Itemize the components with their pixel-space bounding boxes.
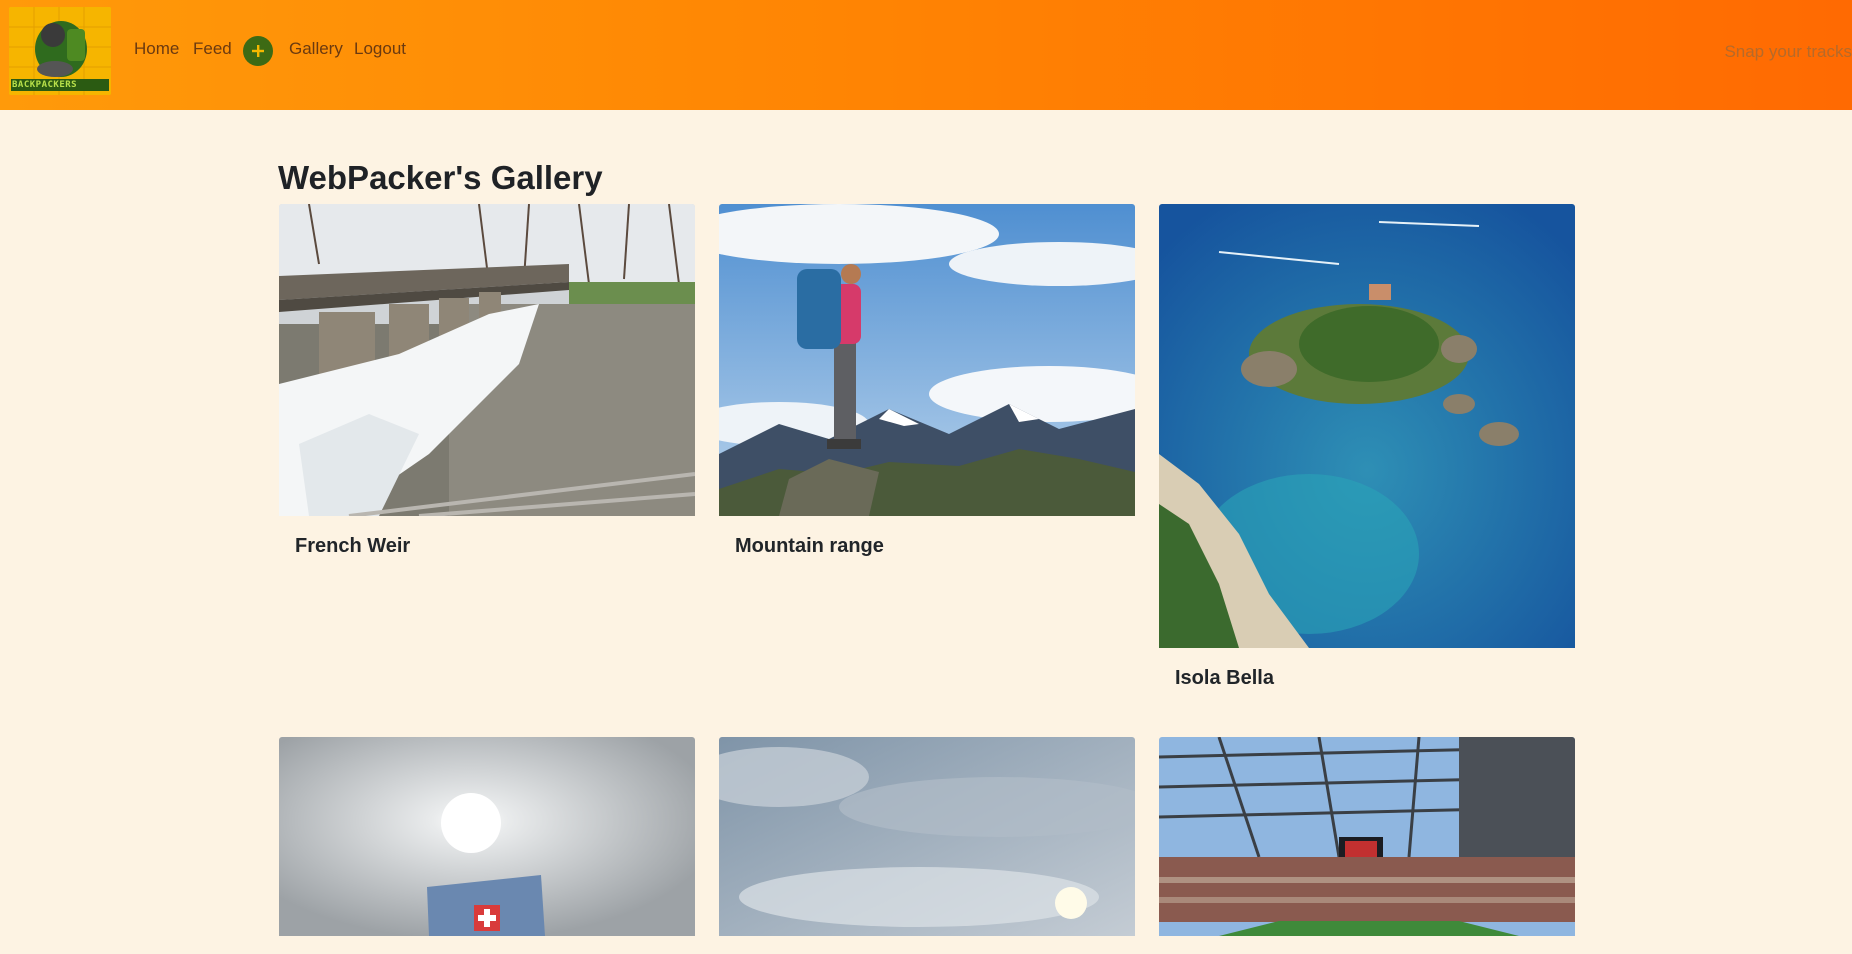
logo-text: BACKPACKERS — [12, 80, 78, 90]
nav-logout-link[interactable]: Logout — [354, 38, 406, 60]
page-title: WebPacker's Gallery — [278, 159, 603, 196]
gallery-card[interactable] — [279, 737, 695, 954]
gallery-image[interactable] — [719, 737, 1135, 936]
gallery-card[interactable]: Mountain range — [719, 204, 1135, 558]
gallery-card[interactable]: Isola Bella — [1159, 204, 1575, 690]
nav-home-link[interactable]: Home — [134, 38, 179, 60]
card-title: Mountain range — [735, 535, 884, 557]
gallery-image[interactable] — [719, 204, 1135, 516]
navbar: BACKPACKERS Home Feed Gallery Logout Sna… — [0, 0, 1852, 110]
card-title: Isola Bella — [1175, 667, 1274, 689]
logo[interactable]: BACKPACKERS — [9, 7, 111, 95]
card-title — [719, 936, 1135, 954]
card-title: French Weir — [295, 535, 411, 557]
gallery-card[interactable] — [719, 737, 1135, 954]
gallery-image[interactable] — [279, 737, 695, 936]
add-post-button[interactable] — [243, 36, 273, 66]
card-title — [279, 936, 695, 954]
gallery-card[interactable]: French Weir — [279, 204, 695, 558]
card-title — [1159, 936, 1575, 954]
gallery-image[interactable] — [279, 204, 695, 516]
gallery-image[interactable] — [1159, 737, 1575, 936]
tagline: Snap your tracks — [1724, 42, 1852, 61]
nav-gallery-link[interactable]: Gallery — [289, 38, 343, 60]
gallery-card[interactable] — [1159, 737, 1575, 954]
nav-feed-link[interactable]: Feed — [193, 38, 232, 60]
plus-icon — [252, 45, 264, 57]
gallery-image[interactable] — [1159, 204, 1575, 648]
